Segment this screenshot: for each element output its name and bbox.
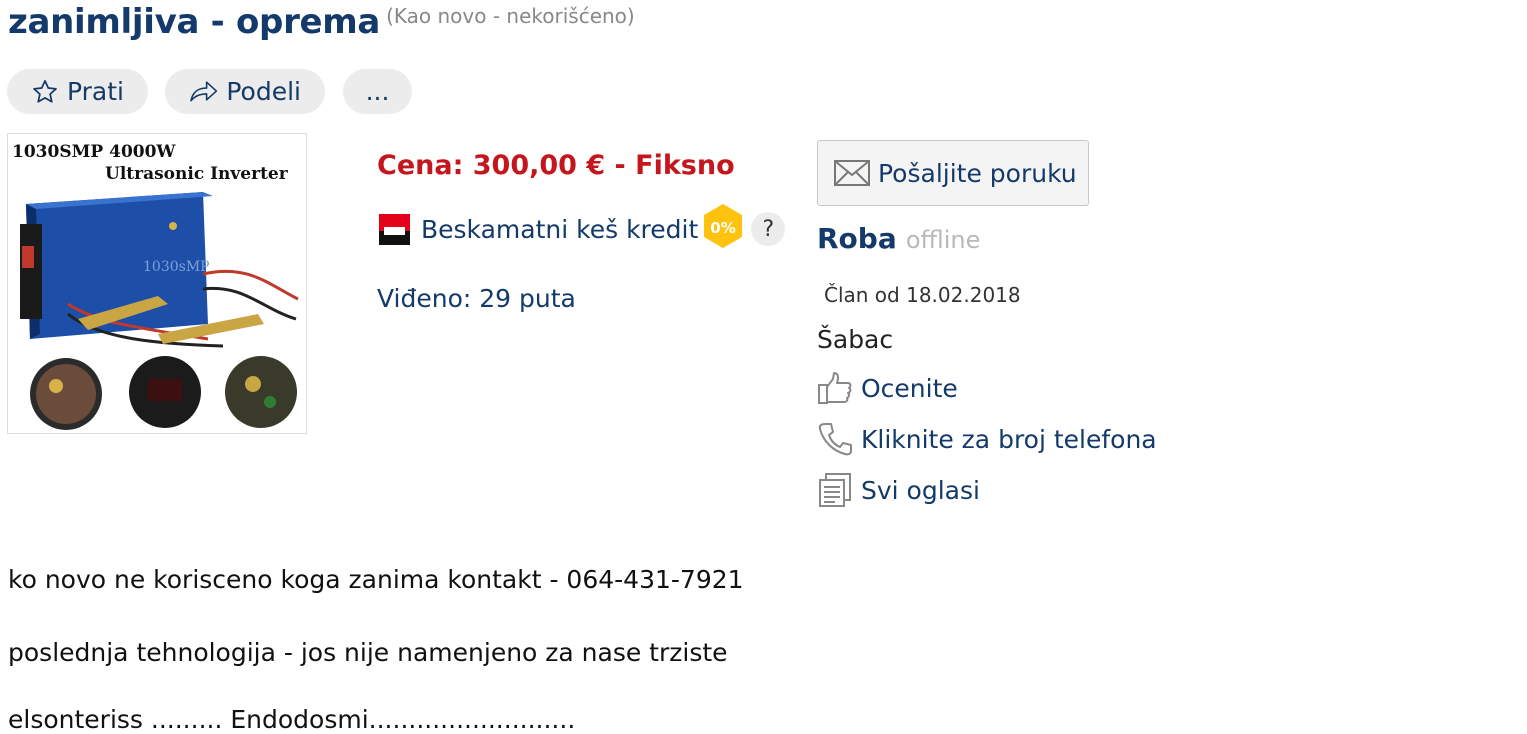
follow-button[interactable]: Prati [7, 69, 148, 114]
documents-icon [819, 473, 851, 507]
badge-text: 0% [711, 219, 736, 237]
share-button[interactable]: Podeli [165, 69, 325, 114]
phone-icon [818, 423, 852, 456]
description-line: ko novo ne korisceno koga zanima kontakt… [8, 565, 744, 594]
price-label: Cena: 300,00 € - Fiksno [377, 150, 735, 181]
device-label: 1030sMP [143, 259, 210, 275]
help-button[interactable]: ? [751, 212, 786, 246]
seller-city: Šabac [817, 325, 894, 354]
all-ads-link[interactable]: Svi oglasi [817, 472, 980, 508]
rate-seller-link[interactable]: Ocenite [817, 371, 958, 405]
condition-label: (Kao novo - nekorišćeno) [386, 4, 635, 28]
credit-offer[interactable]: Beskamatni keš kredit 0% ? [379, 203, 786, 255]
star-outline-icon [33, 79, 57, 103]
send-message-button[interactable]: Pošaljite poruku [817, 140, 1089, 206]
seller-name[interactable]: Roba [817, 222, 897, 255]
phone-label: Kliknite za broj telefona [861, 424, 1157, 454]
description-line: poslednja tehnologija - jos nije namenje… [8, 638, 728, 667]
envelope-icon [834, 160, 870, 186]
phone-link[interactable]: Kliknite za broj telefona [817, 421, 1157, 457]
share-arrow-icon [190, 80, 218, 102]
credit-label: Beskamatni keš kredit [421, 214, 699, 244]
thumbs-up-icon [818, 372, 852, 404]
share-label: Podeli [226, 77, 301, 106]
view-count: Viđeno: 29 puta [377, 284, 576, 313]
seller-info: Roba offline [817, 222, 980, 255]
all-ads-label: Svi oglasi [861, 475, 980, 505]
more-options-button[interactable]: ... [343, 69, 412, 114]
more-label: ... [365, 77, 390, 106]
follow-label: Prati [67, 77, 124, 106]
title-row: zanimljiva - oprema (Kao novo - nekorišće… [8, 2, 635, 42]
send-message-label: Pošaljite poruku [878, 158, 1077, 188]
inverter-illustration: 1030sMP [20, 192, 299, 430]
product-photo[interactable]: 1030SMP 4000W Ultrasonic Inverter 1030sM… [7, 133, 307, 434]
seller-status: offline [905, 226, 981, 254]
member-since: Član od 18.02.2018 [824, 283, 1021, 307]
bank-flag-icon [379, 213, 410, 245]
page-title: zanimljiva - oprema [8, 2, 381, 42]
rate-label: Ocenite [861, 373, 958, 403]
zero-percent-badge: 0% [702, 203, 744, 255]
